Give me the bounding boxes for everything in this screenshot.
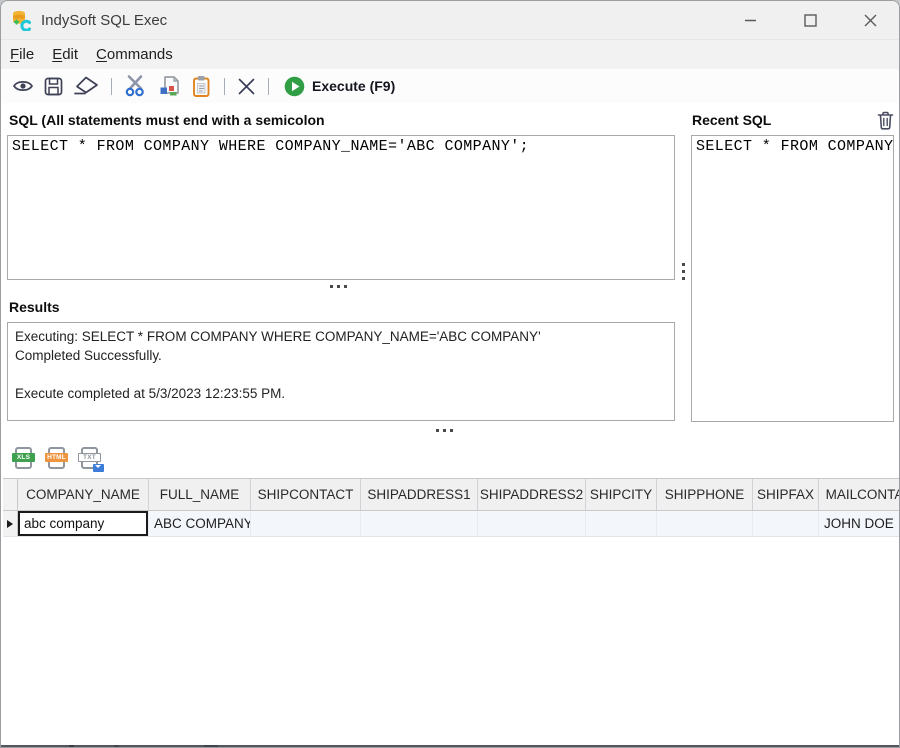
results-line: Completed Successfully. [15,346,667,365]
recent-sql-label: Recent SQL [692,112,771,128]
execute-button[interactable]: Execute (F9) [284,76,395,97]
export-xls-button[interactable]: XLS [13,446,34,470]
results-log[interactable]: Executing: SELECT * FROM COMPANY WHERE C… [7,322,675,421]
paste-button[interactable] [186,71,217,101]
column-header-shipcontact[interactable]: SHIPCONTACT [251,479,361,510]
clipboard-icon [191,75,212,98]
column-header-shipphone[interactable]: SHIPPHONE [657,479,753,510]
recent-sql-item[interactable]: SELECT * FROM COMPANY WHERE COMPANY_NAME… [692,136,893,157]
grid-corner-cell [3,479,18,510]
save-icon [44,77,63,96]
results-line: Executing: SELECT * FROM COMPANY WHERE C… [15,327,667,346]
app-window: IndySoft SQL Exec File Edit Commands [0,0,900,748]
menu-commands[interactable]: Commands [87,42,182,67]
column-header-shipcity[interactable]: SHIPCITY [586,479,657,510]
clear-results-button[interactable] [232,71,261,101]
cell-shipaddress2[interactable] [478,511,586,536]
column-header-shipaddress1[interactable]: SHIPADDRESS1 [361,479,478,510]
column-header-full-name[interactable]: FULL_NAME [149,479,251,510]
xls-icon: XLS [12,453,35,462]
vertical-splitter[interactable] [678,256,688,286]
preview-button[interactable] [7,71,39,101]
results-line: Execute completed at 5/3/2023 12:23:55 P… [15,384,667,403]
cell-shipfax[interactable] [753,511,819,536]
cell-shipcity[interactable] [586,511,657,536]
column-header-company-name[interactable]: COMPANY_NAME [18,479,149,510]
close-button[interactable] [847,1,893,39]
sql-section-label: SQL (All statements must end with a semi… [9,112,325,128]
results-section-label: Results [9,299,60,315]
toolbar-separator [224,78,225,95]
cell-shipcontact[interactable] [251,511,361,536]
window-title: IndySoft SQL Exec [41,12,167,29]
company-name-cell-editor[interactable] [18,511,148,536]
close-icon [864,14,877,27]
export-txt-email-button[interactable]: TXT [79,446,100,470]
recent-sql-list[interactable]: SELECT * FROM COMPANY WHERE COMPANY_NAME… [691,135,894,422]
paste-special-button[interactable] [153,71,186,101]
trash-icon [877,111,894,130]
grid-header-row: COMPANY_NAME FULL_NAME SHIPCONTACT SHIPA… [3,478,900,511]
eraser-icon [73,76,99,96]
sql-editor[interactable]: SELECT * FROM COMPANY WHERE COMPANY_NAME… [7,135,675,280]
toolbar-separator [111,78,112,95]
menu-bar: File Edit Commands [1,39,899,69]
toolbar-separator [268,78,269,95]
column-header-shipaddress2[interactable]: SHIPADDRESS2 [478,479,586,510]
cell-mailcontact[interactable]: JOHN DOE [819,511,900,536]
clear-recent-button[interactable] [874,109,896,131]
results-grid-splitter[interactable] [429,425,459,435]
html-icon: HTML [45,453,68,462]
export-html-button[interactable]: HTML [46,446,67,470]
maximize-button[interactable] [787,1,833,39]
cut-button[interactable] [119,71,153,101]
cell-shipaddress1[interactable] [361,511,478,536]
main-toolbar: Execute (F9) [1,69,899,103]
app-logo-icon [11,9,33,31]
txt-icon: TXT [78,453,101,462]
window-controls [727,1,893,39]
execute-label: Execute (F9) [312,78,395,94]
x-icon [237,77,256,96]
envelope-icon [93,464,104,472]
results-line [15,365,667,384]
paste-special-icon [158,75,181,98]
title-bar: IndySoft SQL Exec [1,1,899,39]
row-selector[interactable] [3,511,18,536]
clear-sql-button[interactable] [68,71,104,101]
play-icon [284,76,305,97]
current-row-arrow-icon [7,520,13,528]
export-toolbar: XLS HTML TXT [1,441,675,475]
cell-company-name[interactable] [18,511,149,536]
sql-results-splitter[interactable] [323,281,353,291]
grid-data-row: ABC COMPANY JOHN DOE [3,511,900,537]
column-header-mailcontact[interactable]: MAILCONTACT [819,479,900,510]
maximize-icon [804,14,817,27]
cell-full-name[interactable]: ABC COMPANY [149,511,251,536]
column-header-shipfax[interactable]: SHIPFAX [753,479,819,510]
minimize-button[interactable] [727,1,773,39]
eye-icon [12,78,34,94]
scissors-icon [124,75,148,97]
results-grid: COMPANY_NAME FULL_NAME SHIPCONTACT SHIPA… [3,478,900,538]
minimize-icon [744,14,757,27]
menu-file[interactable]: File [1,42,43,67]
cell-shipphone[interactable] [657,511,753,536]
menu-edit[interactable]: Edit [43,42,87,67]
save-button[interactable] [39,71,68,101]
